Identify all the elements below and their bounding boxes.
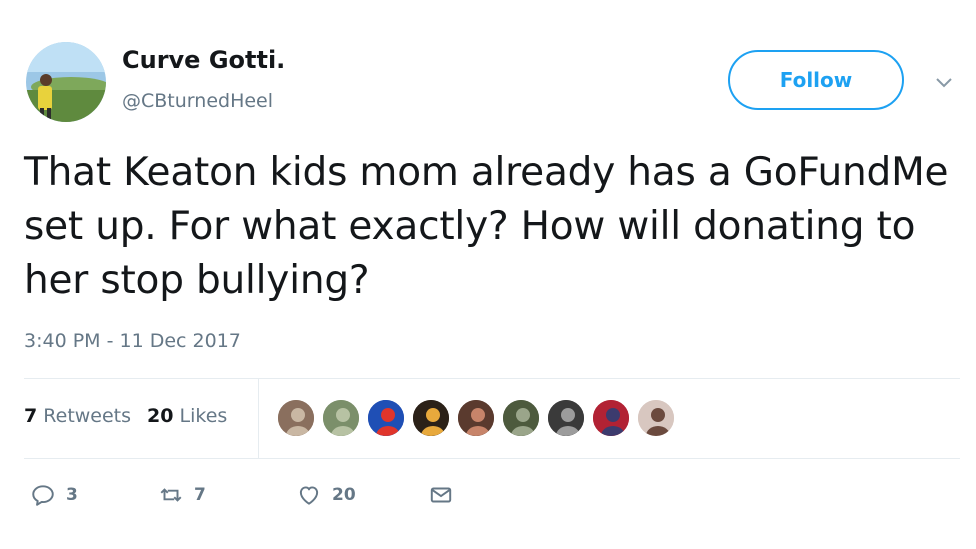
divider: [24, 458, 960, 459]
reply-button[interactable]: 3: [30, 482, 158, 508]
reply-icon: [32, 485, 54, 506]
tweet-timestamp[interactable]: 3:40 PM - 11 Dec 2017: [24, 330, 241, 352]
liker-avatar[interactable]: [366, 398, 406, 438]
direct-message-button[interactable]: [428, 482, 454, 508]
follow-button[interactable]: Follow: [728, 50, 904, 110]
likes-label: Likes: [179, 405, 228, 427]
retweets-count: 7: [24, 405, 38, 427]
tweet-actions: 3 7 20: [30, 482, 454, 508]
liker-avatar[interactable]: [636, 398, 676, 438]
likes-count: 20: [147, 405, 174, 427]
liker-avatar[interactable]: [276, 398, 316, 438]
envelope-icon: [430, 487, 452, 503]
tweet-stats: 7 Retweets 20 Likes: [24, 405, 227, 427]
liker-avatars: [276, 398, 681, 438]
liker-avatar[interactable]: [456, 398, 496, 438]
avatar-image: [26, 42, 106, 122]
avatar[interactable]: [26, 42, 106, 122]
stats-divider: [258, 378, 259, 458]
user-name[interactable]: Curve Gotti.: [122, 46, 285, 74]
heart-icon: [299, 486, 319, 505]
divider: [24, 378, 960, 379]
liker-avatar[interactable]: [411, 398, 451, 438]
retweets-stat[interactable]: 7 Retweets: [24, 405, 131, 427]
liker-avatar[interactable]: [546, 398, 586, 438]
retweet-count: 7: [194, 485, 206, 505]
retweets-label: Retweets: [43, 405, 132, 427]
retweet-button[interactable]: 7: [158, 482, 296, 508]
chevron-down-icon[interactable]: [932, 70, 956, 94]
retweet-icon: [160, 488, 182, 502]
tweet-text: That Keaton kids mom already has a GoFun…: [24, 150, 949, 303]
likes-stat[interactable]: 20 Likes: [147, 405, 227, 427]
like-button[interactable]: 20: [296, 482, 428, 508]
liker-avatar[interactable]: [321, 398, 361, 438]
like-count: 20: [332, 485, 356, 505]
user-handle[interactable]: @CBturnedHeel: [122, 90, 273, 112]
liker-avatar[interactable]: [591, 398, 631, 438]
liker-avatar[interactable]: [501, 398, 541, 438]
reply-count: 3: [66, 485, 78, 505]
